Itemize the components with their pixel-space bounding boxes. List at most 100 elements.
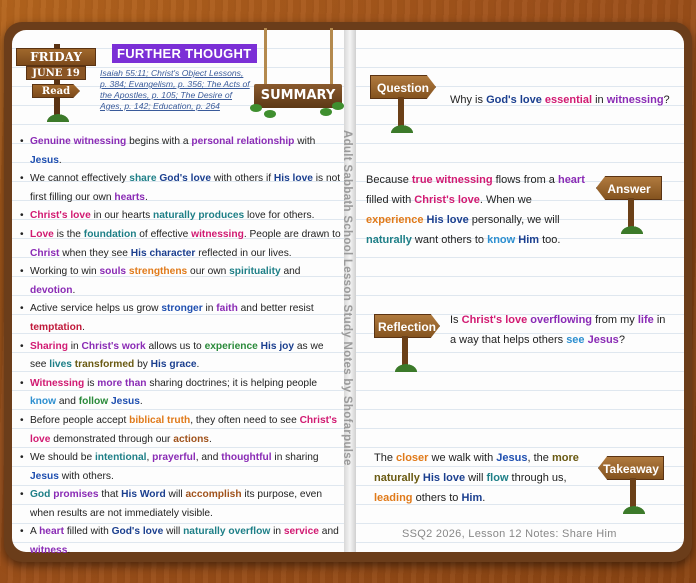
highlighted-text: see [566, 334, 585, 346]
highlighted-text: His joy [260, 340, 295, 352]
highlighted-text: closer [396, 452, 429, 464]
highlighted-text: Christ's love [30, 210, 91, 222]
text-segment: we walk with [428, 452, 497, 464]
text-segment: is the [53, 228, 84, 240]
summary-bullet-list: Genuine witnessing begins with a persona… [20, 133, 342, 561]
highlighted-text: temptation [30, 321, 83, 333]
bullet-item: Active service helps us grow stronger in… [20, 300, 342, 337]
text-segment: through us, [508, 472, 567, 484]
highlighted-text: devotion [30, 284, 73, 296]
bullet-item: Christ's love in our hearts naturally pr… [20, 207, 342, 226]
text-segment: and [280, 266, 301, 278]
highlighted-text: Jesus [30, 470, 59, 482]
text-segment: The [374, 452, 397, 464]
text-segment: of effective [136, 228, 192, 240]
highlighted-text: transformed [74, 359, 135, 371]
highlighted-text: biblical truth [129, 414, 191, 426]
highlighted-text: Jesus [496, 452, 528, 464]
text-segment: will [163, 526, 184, 538]
text-segment: by [134, 359, 151, 371]
highlighted-text: naturally produces [153, 210, 245, 222]
rope-left [264, 28, 267, 84]
highlighted-text: foundation [83, 228, 137, 240]
grass-icon [388, 123, 416, 133]
takeaway-label: Takeaway [598, 456, 664, 480]
text-segment: in our hearts [90, 210, 154, 222]
highlighted-text: follow [78, 396, 109, 408]
text-segment: filled with [64, 526, 112, 538]
highlighted-text: intentional [94, 452, 147, 464]
highlighted-text: heart [557, 174, 585, 186]
question-text: Why is God's love essential in witnessin… [450, 90, 670, 110]
highlighted-text: Christ [30, 247, 60, 259]
highlighted-text: flow [486, 472, 509, 484]
text-segment: , the [527, 452, 552, 464]
highlighted-text: know [30, 396, 57, 408]
text-segment: our own [187, 266, 230, 278]
text-segment: begins with a [126, 136, 192, 147]
text-segment: too. [539, 234, 561, 246]
grass-icon [44, 112, 72, 122]
highlighted-text: witnessing [191, 228, 244, 240]
highlighted-text: Genuine witnessing [30, 136, 127, 147]
text-segment: . [67, 545, 71, 557]
highlighted-text: Jesus [111, 396, 140, 408]
further-thought-title: FURTHER THOUGHT [112, 44, 257, 63]
highlighted-text: His character [130, 247, 196, 259]
text-segment: . [82, 321, 85, 333]
text-segment: demonstrated through our [50, 433, 174, 445]
text-segment: , and [195, 452, 222, 464]
highlighted-text: Witnessing [30, 377, 85, 389]
text-segment: in [202, 303, 217, 315]
text-segment: with [294, 136, 316, 147]
highlighted-text: God's love [159, 173, 212, 185]
text-segment: , they often need to see [190, 414, 300, 426]
highlighted-text: His grace [150, 359, 197, 371]
highlighted-text: witnessing [606, 94, 664, 106]
highlighted-text: know [487, 234, 516, 246]
text-segment: flows from a [492, 174, 558, 186]
reading-references[interactable]: Isaiah 55:11; Christ's Object Lessons, p… [100, 68, 250, 112]
bullet-item: Before people accept biblical truth, the… [20, 412, 342, 449]
text-segment: sharing doctrines; it is helping people [146, 377, 317, 389]
bullet-item: Genuine witnessing begins with a persona… [20, 133, 342, 170]
text-segment: ? [663, 94, 670, 106]
bullet-item: Sharing in Christ's work allows us to ex… [20, 338, 342, 375]
lesson-footer: SSQ2 2026, Lesson 12 Notes: Share Him [402, 528, 617, 540]
text-segment: . [58, 154, 62, 166]
text-segment: A [30, 526, 40, 538]
text-segment: filled with [366, 194, 415, 206]
text-segment: . [196, 359, 200, 371]
highlighted-text: stronger [161, 303, 203, 315]
text-segment: Is [450, 314, 462, 326]
bullet-item: Love is the foundation of effective witn… [20, 226, 342, 263]
highlighted-text: Him [461, 492, 483, 504]
highlighted-text: service [283, 526, 319, 538]
highlighted-text: experience [204, 340, 258, 352]
highlighted-text: Sharing [30, 340, 68, 352]
highlighted-text: heart [39, 526, 64, 538]
highlighted-text: spirituality [229, 266, 281, 278]
text-segment: personally, we will [468, 214, 560, 226]
takeaway-text: The closer we walk with Jesus, the more … [374, 448, 594, 508]
highlighted-text: His love [426, 214, 469, 226]
grass-icon [620, 504, 648, 514]
text-segment: and [56, 396, 79, 408]
highlighted-text: Him [518, 234, 540, 246]
friday-signpost: FRIDAY JUNE 19 Read [14, 44, 98, 124]
highlighted-text: Christ's work [81, 340, 146, 352]
text-segment: We cannot effectively [30, 173, 130, 185]
highlighted-text: strengthens [128, 266, 188, 278]
bullet-item: A heart filled with God's love will natu… [20, 523, 342, 560]
text-segment: Active service helps us grow [30, 303, 162, 315]
leaf-icon [320, 108, 332, 116]
leaf-icon [264, 110, 276, 118]
highlighted-text: true witnessing [411, 174, 493, 186]
highlighted-text: actions [173, 433, 209, 445]
bullet-item: Working to win souls strengthens our own… [20, 263, 342, 300]
highlighted-text: overflowing [530, 314, 593, 326]
highlighted-text: Love [30, 228, 54, 240]
text-segment: in [592, 94, 607, 106]
highlighted-text: thoughtful [221, 452, 272, 464]
text-segment: and better resist [237, 303, 314, 315]
